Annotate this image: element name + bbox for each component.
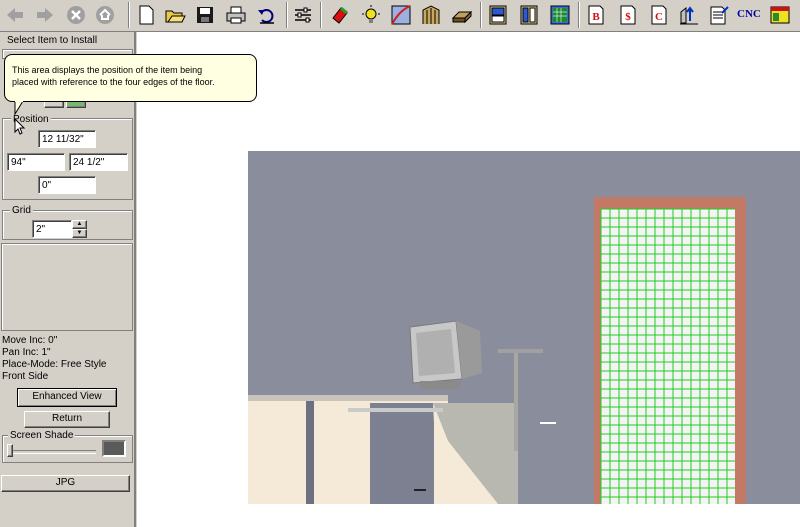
svg-text:C: C <box>655 11 663 23</box>
tooltip-line-1: This area displays the position of the i… <box>12 65 203 75</box>
new-file-icon[interactable] <box>135 4 157 26</box>
open-folder-icon[interactable] <box>164 4 186 26</box>
screen-shade-slider-track[interactable] <box>8 450 96 454</box>
svg-text:B: B <box>592 11 600 23</box>
forward-arrow-icon[interactable] <box>34 4 56 26</box>
paint-icon[interactable] <box>329 4 351 26</box>
screen-shade-label: Screen Shade <box>8 430 76 441</box>
light-icon[interactable] <box>360 4 382 26</box>
toolbar-separator <box>320 2 322 28</box>
toolbar-separator <box>578 2 580 28</box>
b-report-icon[interactable]: B <box>585 4 607 26</box>
wall-icon[interactable] <box>420 4 442 26</box>
grid-panel-icon[interactable] <box>549 4 571 26</box>
tooltip-pointer <box>14 101 24 115</box>
undo-icon[interactable] <box>256 4 278 26</box>
enhanced-view-button[interactable]: Enhanced View <box>17 388 117 407</box>
price-report-icon[interactable]: $ <box>617 4 639 26</box>
jpg-button[interactable]: JPG <box>1 475 130 492</box>
settings-sliders-icon[interactable] <box>292 4 314 26</box>
home-icon[interactable] <box>94 4 116 26</box>
place-mode-text: Place-Mode: Free Style <box>2 359 107 370</box>
pan-inc-text: Pan Inc: 1" <box>2 347 51 358</box>
cabinet-icon[interactable] <box>487 4 509 26</box>
elevation-icon[interactable] <box>678 4 700 26</box>
save-icon[interactable] <box>194 4 216 26</box>
side-text: Front Side <box>2 371 49 382</box>
room-render <box>248 197 746 504</box>
document-icon[interactable] <box>708 4 730 26</box>
room-3d-scene[interactable] <box>248 151 800 504</box>
position-bottom-field[interactable]: 0" <box>38 176 96 194</box>
floor-icon[interactable] <box>451 4 473 26</box>
toolbar-separator <box>128 2 130 28</box>
position-tooltip: This area displays the position of the i… <box>4 54 257 102</box>
cnc-icon[interactable]: CNC <box>737 8 765 30</box>
grid-label: Grid <box>10 205 33 216</box>
shade-color-swatch[interactable] <box>102 440 126 457</box>
tooltip-line-2: placed with reference to the four edges … <box>12 77 215 87</box>
position-left-field[interactable]: 94" <box>7 153 65 171</box>
position-right-field[interactable]: 24 1/2" <box>69 153 128 171</box>
screen-shade-slider-thumb[interactable] <box>7 444 13 457</box>
toolbar-separator <box>480 2 482 28</box>
mouse-cursor-icon <box>14 118 26 135</box>
print-icon[interactable] <box>225 4 247 26</box>
c-report-icon[interactable]: C <box>648 4 670 26</box>
main-toolbar: B $ C CNC <box>0 0 800 32</box>
move-inc-text: Move Inc: 0" <box>2 335 58 346</box>
grid-spin-up-button[interactable]: ▲ <box>72 220 87 229</box>
stop-icon[interactable] <box>65 4 87 26</box>
cabinet-panel-icon[interactable] <box>518 4 540 26</box>
grid-spin-down-button[interactable]: ▼ <box>72 229 87 238</box>
grid-size-field[interactable]: 2" <box>32 220 72 238</box>
layout-icon[interactable] <box>769 4 791 26</box>
surface-icon[interactable] <box>390 4 412 26</box>
select-item-label: Select Item to Install <box>7 35 98 46</box>
return-button[interactable]: Return <box>24 411 110 428</box>
svg-text:$: $ <box>625 11 631 23</box>
position-top-field[interactable]: 12 11/32" <box>38 130 96 148</box>
toolbar-separator <box>286 2 288 28</box>
info-panel <box>1 243 133 331</box>
back-arrow-icon[interactable] <box>4 4 26 26</box>
